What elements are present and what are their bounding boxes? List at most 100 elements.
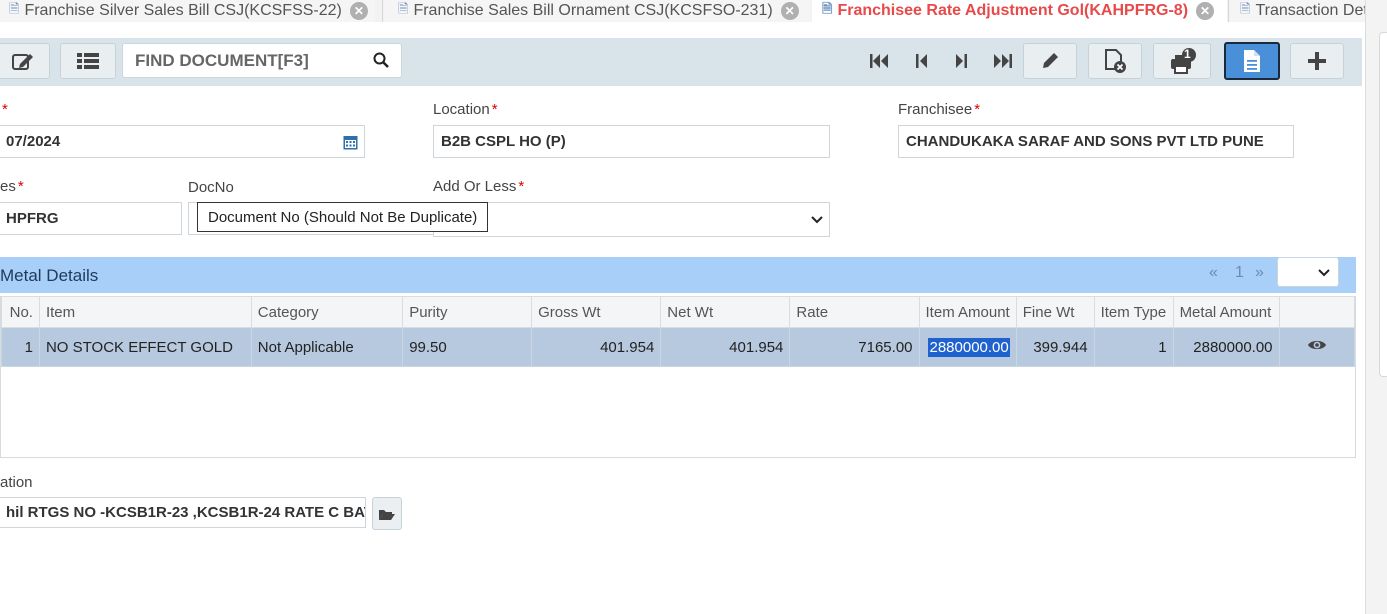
page-size-select[interactable] [1277,257,1339,287]
metal-details-grid: No. Item Category Purity Gross Wt Net Wt… [0,296,1356,458]
cell-purity: 99.50 [402,327,533,367]
cancel-document-icon [1105,49,1126,73]
close-icon[interactable]: ✕ [780,2,799,20]
cell-item: NO STOCK EFFECT GOLD [38,327,252,367]
document-icon: 🗎 [822,1,833,16]
col-category[interactable]: Category [250,296,404,328]
tab-bar: 🗎 Franchise Silver Sales Bill CSJ(KCSFSS… [0,0,1365,22]
eye-icon[interactable] [1307,338,1327,352]
col-item-type[interactable]: Item Type [1093,296,1174,328]
location-field[interactable]: B2B CSPL HO (P) [433,125,830,158]
col-rate[interactable]: Rate [789,296,920,328]
docno-tooltip: Document No (Should Not Be Duplicate) [197,202,489,232]
docno-label-text: DocNo [188,179,234,196]
table-header-row: No. Item Category Purity Gross Wt Net Wt… [1,296,1356,328]
notification-badge: 1 [1184,47,1191,61]
col-fine-wt[interactable]: Fine Wt [1015,296,1095,328]
add-or-less-label-text: Add Or Less [433,178,517,195]
metal-details-title: Metal Details [0,266,99,285]
tab-franchise-sales-ornament[interactable]: 🗎 Franchise Sales Bill Ornament CSJ(KCSF… [384,0,810,22]
add-or-less-label: Add Or Less * [433,178,525,195]
plus-icon [1308,52,1326,70]
series-label-text: es [0,178,16,195]
franchisee-field[interactable]: CHANDUKAKA SARAF AND SONS PVT LTD PUNE [898,125,1294,158]
narration-field[interactable]: hil RTGS NO -KCSB1R-23 ,KCSB1R-24 RATE C… [0,497,366,528]
next-record-button[interactable] [948,50,974,72]
find-document-search [122,43,402,78]
tab-label: Transaction Det [1255,2,1365,19]
col-actions [1278,296,1356,328]
col-item[interactable]: Item [38,296,252,328]
pager-page[interactable]: 1 [1235,264,1244,282]
cell-item-type: 1 [1093,327,1174,367]
chevron-down-icon [1318,269,1330,277]
side-panel-handle[interactable] [1379,32,1387,377]
cell-actions [1278,327,1356,367]
print-button[interactable]: 1 [1153,43,1211,79]
close-icon[interactable]: ✕ [349,2,368,20]
previous-record-button[interactable] [909,50,935,72]
col-no[interactable]: No. [1,296,40,328]
col-gross-wt[interactable]: Gross Wt [531,296,662,328]
selected-text: 2880000.00 [928,337,1010,357]
document-icon: 🗎 [398,1,409,16]
close-icon[interactable]: ✕ [1196,2,1215,20]
tab-transaction-details[interactable]: 🗎 Transaction Det [1230,0,1365,22]
first-record-button[interactable] [866,50,892,72]
document-icon [1244,50,1260,72]
tab-label: Franchisee Rate Adjustment Gol(KAHPFRG-8… [837,2,1189,19]
list-icon [77,53,99,69]
tab-label: Franchise Silver Sales Bill CSJ(KCSFSS-2… [24,2,342,19]
narration-label: ation [0,474,33,491]
pencil-button[interactable] [1023,43,1077,79]
cell-metal-amount: 2880000.00 [1172,327,1280,367]
cancel-document-button[interactable] [1088,43,1142,79]
document-icon: 🗎 [1240,1,1251,16]
document-icon: 🗎 [9,1,20,16]
edit-button[interactable] [0,43,50,79]
cell-no: 1 [1,327,40,367]
pager-prev[interactable]: « [1209,264,1218,282]
docno-tooltip-text: Document No (Should Not Be Duplicate) [208,208,478,226]
tab-franchise-silver-sales[interactable]: 🗎 Franchise Silver Sales Bill CSJ(KCSFSS… [0,0,375,22]
find-document-input[interactable] [123,44,363,77]
pencil-icon [1043,53,1058,68]
franchisee-value: CHANDUKAKA SARAF AND SONS PVT LTD PUNE [906,133,1264,150]
col-metal-amount[interactable]: Metal Amount [1172,296,1280,328]
col-item-amount[interactable]: Item Amount [918,296,1017,328]
narration-label-text: ation [0,474,33,491]
location-label: Location * [433,101,498,118]
last-record-icon [994,54,1012,68]
cell-fine-wt: 399.944 [1015,327,1095,367]
pager-next[interactable]: » [1255,264,1264,282]
tab-label: Franchise Sales Bill Ornament CSJ(KCSFSO… [413,2,773,19]
col-purity[interactable]: Purity [402,296,533,328]
date-value: 07/2024 [6,133,61,150]
col-net-wt[interactable]: Net Wt [660,296,791,328]
previous-record-icon [916,54,927,68]
franchisee-label: Franchisee * [898,101,981,118]
tab-divider [1228,0,1229,22]
list-button[interactable] [60,43,116,79]
tab-franchisee-rate-adjustment[interactable]: 🗎 Franchisee Rate Adjustment Gol(KAHPFRG… [812,0,1227,22]
date-field[interactable]: 07/2024 [0,125,365,158]
tab-divider [382,0,383,22]
location-label-text: Location [433,101,490,118]
search-icon[interactable] [373,52,389,68]
series-label: es * [0,178,24,195]
add-button[interactable] [1290,43,1344,79]
location-value: B2B CSPL HO (P) [441,133,566,150]
side-panel-strip [1365,0,1387,614]
calendar-icon[interactable] [343,134,358,150]
cell-item-amount[interactable]: 2880000.00 [918,327,1017,367]
document-button[interactable] [1224,42,1280,80]
series-field[interactable]: HPFRG [0,202,182,235]
narration-value: hil RTGS NO -KCSB1R-23 ,KCSB1R-24 RATE C… [6,504,366,521]
table-row[interactable]: 1 NO STOCK EFFECT GOLD Not Applicable 99… [1,327,1356,367]
chevron-down-icon [811,216,823,224]
add-or-less-select[interactable] [433,202,830,237]
cell-net-wt: 401.954 [660,327,791,367]
last-record-button[interactable] [990,50,1016,72]
open-folder-button[interactable] [372,497,402,530]
next-record-icon [956,54,967,68]
